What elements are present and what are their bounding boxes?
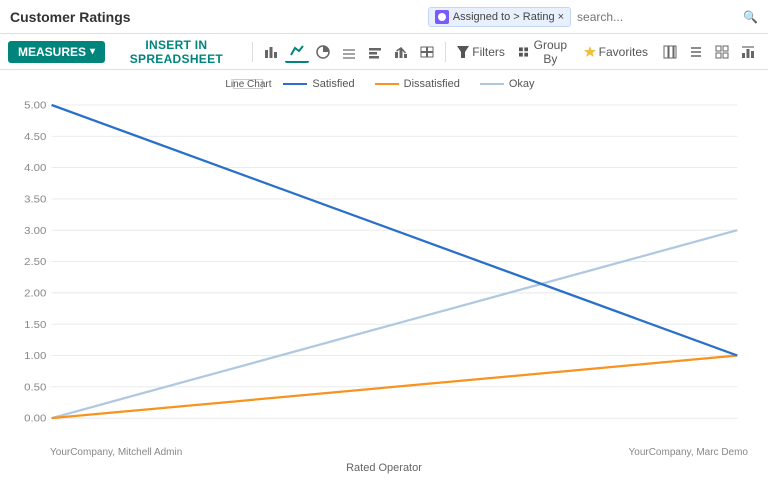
legend-satisfied-line (283, 83, 307, 85)
legend-chart-type: Line Chart (225, 79, 271, 90)
chart-container: Line Chart Satisfied Dissatisfied Okay (0, 70, 768, 501)
measures-label: MEASURES (18, 45, 86, 59)
chart-bar2-icon-button[interactable] (363, 42, 387, 62)
x-axis-labels: YourCompany, Mitchell Admin YourCompany,… (10, 445, 758, 458)
svg-text:2.00: 2.00 (24, 288, 46, 299)
filter-tag-icon (435, 10, 449, 24)
svg-text:3.00: 3.00 (24, 226, 46, 237)
filter-icon (457, 46, 469, 58)
chart-stacked-icon-button[interactable] (337, 42, 361, 62)
legend-dissatisfied-label: Dissatisfied (404, 78, 460, 90)
legend-chart-type-box: Line Chart (233, 79, 263, 89)
search-icon[interactable]: 🔍 (743, 10, 758, 24)
legend-satisfied: Satisfied (283, 78, 354, 90)
legend-dissatisfied-line (375, 83, 399, 85)
view-kanban-button[interactable] (658, 42, 682, 62)
svg-text:1.00: 1.00 (24, 351, 46, 362)
favorites-button[interactable]: Favorites (578, 42, 654, 62)
view-list-button[interactable] (684, 42, 708, 62)
chart-svg: 5.00 4.50 4.00 3.50 3.00 2.50 2.00 1.50 … (10, 96, 758, 445)
chart-line-icon-button[interactable] (285, 41, 309, 63)
x-label-right: YourCompany, Marc Demo (629, 447, 749, 458)
svg-text:1.50: 1.50 (24, 319, 46, 330)
svg-text:0.50: 0.50 (24, 382, 46, 393)
chart-bar-icon-button[interactable] (259, 42, 283, 62)
chart-pie-icon-button[interactable] (311, 42, 335, 62)
measures-button[interactable]: MEASURES ▾ (8, 41, 105, 63)
search-input[interactable] (577, 10, 737, 24)
measures-arrow-icon: ▾ (90, 46, 95, 57)
svg-text:0.00: 0.00 (24, 413, 46, 424)
group-by-button[interactable]: Group By (513, 35, 576, 69)
chart-svg-wrapper: 5.00 4.50 4.00 3.50 3.00 2.50 2.00 1.50 … (10, 96, 758, 445)
view-grid-button[interactable] (710, 42, 734, 62)
search-area: Assigned to > Rating × 🔍 (428, 7, 758, 27)
x-axis-title: Rated Operator (10, 462, 758, 474)
legend-dissatisfied: Dissatisfied (375, 78, 460, 90)
view-icons (658, 42, 760, 62)
toolbar-separator (252, 42, 253, 62)
group-by-label: Group By (531, 38, 570, 66)
insert-spreadsheet-button[interactable]: INSERT IN SPREADSHEET (107, 34, 246, 70)
filters-label: Filters (472, 45, 505, 59)
svg-text:3.50: 3.50 (24, 194, 46, 205)
toolbar: MEASURES ▾ INSERT IN SPREADSHEET Filters… (0, 34, 768, 70)
chart-legend: Line Chart Satisfied Dissatisfied Okay (10, 78, 758, 90)
legend-okay-line (480, 83, 504, 85)
star-icon (584, 46, 596, 58)
view-chart-button[interactable] (736, 42, 760, 62)
app-title: Customer Ratings (10, 9, 131, 25)
chart-combo-icon-button[interactable] (389, 42, 413, 62)
chart-table-icon-button[interactable] (415, 42, 439, 62)
x-label-left: YourCompany, Mitchell Admin (50, 447, 182, 458)
svg-text:4.50: 4.50 (24, 132, 46, 143)
legend-okay-label: Okay (509, 78, 535, 90)
legend-okay: Okay (480, 78, 535, 90)
svg-text:5.00: 5.00 (24, 100, 46, 111)
toolbar-separator-2 (445, 42, 446, 62)
group-by-icon (519, 46, 528, 58)
favorites-label: Favorites (599, 45, 648, 59)
filters-button[interactable]: Filters (451, 42, 511, 62)
svg-text:2.50: 2.50 (24, 257, 46, 268)
filter-tag-text: Assigned to > Rating × (453, 11, 564, 23)
top-bar: Customer Ratings Assigned to > Rating × … (0, 0, 768, 34)
filter-tag[interactable]: Assigned to > Rating × (428, 7, 571, 27)
svg-text:4.00: 4.00 (24, 163, 46, 174)
legend-satisfied-label: Satisfied (312, 78, 354, 90)
